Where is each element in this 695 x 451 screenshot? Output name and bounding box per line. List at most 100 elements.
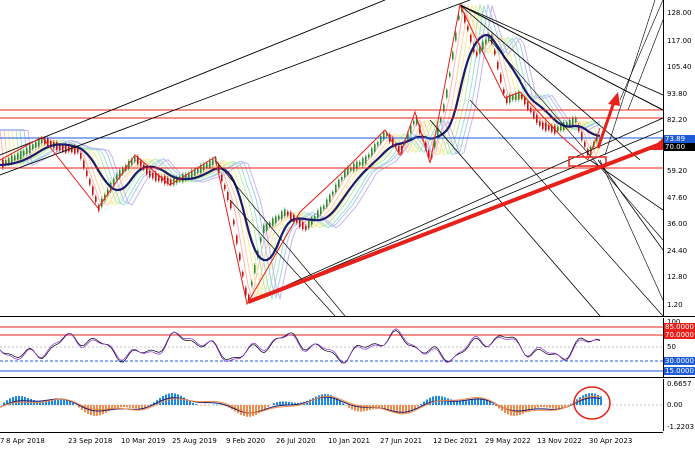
macd-histogram-bar xyxy=(342,403,344,405)
candle-body xyxy=(11,156,13,164)
macd-histogram-bar xyxy=(126,405,128,407)
candle-body xyxy=(482,42,484,50)
macd-pane[interactable] xyxy=(0,379,663,431)
price-tick: 93.80 xyxy=(667,90,687,98)
candle-body xyxy=(212,159,214,165)
candle-body xyxy=(485,40,487,44)
candle-body xyxy=(380,136,382,143)
trendline xyxy=(470,100,663,316)
rsi-pane[interactable] xyxy=(0,318,663,377)
price-tick: 36.00 xyxy=(667,220,687,228)
macd-histogram-bar xyxy=(267,405,269,407)
trendline xyxy=(460,5,663,110)
macd-histogram-bar xyxy=(117,405,119,408)
rsi-scale[interactable]: 100 85.0000 70.0000 50 30.0000 15.0000 xyxy=(663,318,695,377)
macd-histogram-bar xyxy=(315,397,317,405)
macd-histogram-bar xyxy=(561,405,563,408)
macd-histogram-bar xyxy=(318,395,320,405)
candle-body xyxy=(320,207,322,214)
macd-histogram-bar xyxy=(519,405,521,415)
candle-body xyxy=(260,238,262,242)
macd-canvas[interactable] xyxy=(0,379,663,431)
price-chart-pane[interactable] xyxy=(0,0,663,316)
macd-histogram-bar xyxy=(474,399,476,405)
macd-histogram-bar xyxy=(468,400,470,405)
rsi-canvas[interactable] xyxy=(0,318,663,377)
macd-histogram-bar xyxy=(540,405,542,407)
candle-body xyxy=(236,236,238,244)
candle-body xyxy=(140,161,142,167)
candle-body xyxy=(272,218,274,226)
trendline xyxy=(0,0,385,155)
time-label: 25 Aug 2019 xyxy=(172,437,217,445)
rsi-level-85: 85.0000 xyxy=(664,323,695,331)
candle-body xyxy=(533,111,535,117)
trendline xyxy=(628,20,663,110)
pane-separator[interactable] xyxy=(0,377,695,378)
candle-body xyxy=(539,121,541,126)
price-tick: 24.40 xyxy=(667,247,687,255)
time-label: 23 Sep 2018 xyxy=(68,437,112,445)
macd-histogram-bar xyxy=(594,394,596,405)
macd-histogram-bar xyxy=(465,401,467,405)
macd-histogram-bar xyxy=(120,405,122,407)
price-tick: 128.00 xyxy=(667,9,692,17)
candle-body xyxy=(584,142,586,147)
projection-arrow-head xyxy=(650,138,663,150)
candle-body xyxy=(227,192,229,200)
macd-histogram-bar xyxy=(192,403,194,405)
trendline xyxy=(215,160,345,316)
macd-histogram-bar xyxy=(471,399,473,405)
candle-body xyxy=(470,35,472,42)
macd-histogram-bar xyxy=(99,405,101,415)
candle-body xyxy=(14,156,16,161)
trendline xyxy=(247,118,663,303)
macd-histogram-bar xyxy=(564,405,566,407)
price-chart-canvas[interactable] xyxy=(0,0,663,316)
candle-body xyxy=(20,151,22,159)
candle-body xyxy=(284,209,286,216)
price-tick: 105.40 xyxy=(667,63,692,71)
candle-body xyxy=(374,144,376,151)
macd-histogram-bar xyxy=(321,394,323,405)
macd-histogram-bar xyxy=(591,393,593,405)
rsi-tick: 50 xyxy=(667,343,676,351)
candle-body xyxy=(413,121,415,124)
current-price-tag: 73.89 xyxy=(664,135,695,143)
candle-body xyxy=(152,173,154,178)
candle-body xyxy=(206,163,208,168)
macd-histogram-bar xyxy=(495,405,497,406)
time-axis[interactable]: 7 8 Apr 2018 23 Sep 2018 10 Mar 2019 25 … xyxy=(0,432,663,451)
candle-body xyxy=(323,206,325,209)
macd-histogram-bar xyxy=(189,401,191,405)
macd-histogram-bar xyxy=(282,401,284,405)
candle-body xyxy=(266,223,268,230)
candle-body xyxy=(314,216,316,220)
candle-body xyxy=(17,153,19,159)
candle-body xyxy=(80,153,82,159)
macd-histogram-bar xyxy=(285,402,287,405)
candle-body xyxy=(467,26,469,30)
macd-histogram-bar xyxy=(549,405,551,408)
macd-histogram-bar xyxy=(177,394,179,405)
price-scale[interactable]: 128.00 117.00 105.40 93.80 82.20 59.20 4… xyxy=(663,0,695,316)
candle-body xyxy=(332,192,334,195)
macd-histogram-bar xyxy=(147,405,149,406)
macd-histogram-bar xyxy=(96,405,98,416)
macd-histogram-bar xyxy=(537,405,539,408)
macd-histogram-bar xyxy=(588,393,590,405)
candle-body xyxy=(371,148,373,155)
macd-scale[interactable]: 0.6657 0.00 -1.2203 xyxy=(663,379,695,431)
candle-body xyxy=(233,220,235,224)
time-label: 7 xyxy=(0,437,4,445)
macd-histogram-bar xyxy=(273,403,275,405)
price-tick: 59.20 xyxy=(667,167,687,175)
macd-histogram-bar xyxy=(195,404,197,405)
candle-body xyxy=(23,150,25,155)
pane-separator[interactable] xyxy=(0,316,695,317)
candle-body xyxy=(326,200,328,208)
candle-body xyxy=(365,156,367,163)
macd-histogram-bar xyxy=(600,396,602,405)
candle-body xyxy=(548,125,550,130)
macd-histogram-bar xyxy=(546,405,548,408)
